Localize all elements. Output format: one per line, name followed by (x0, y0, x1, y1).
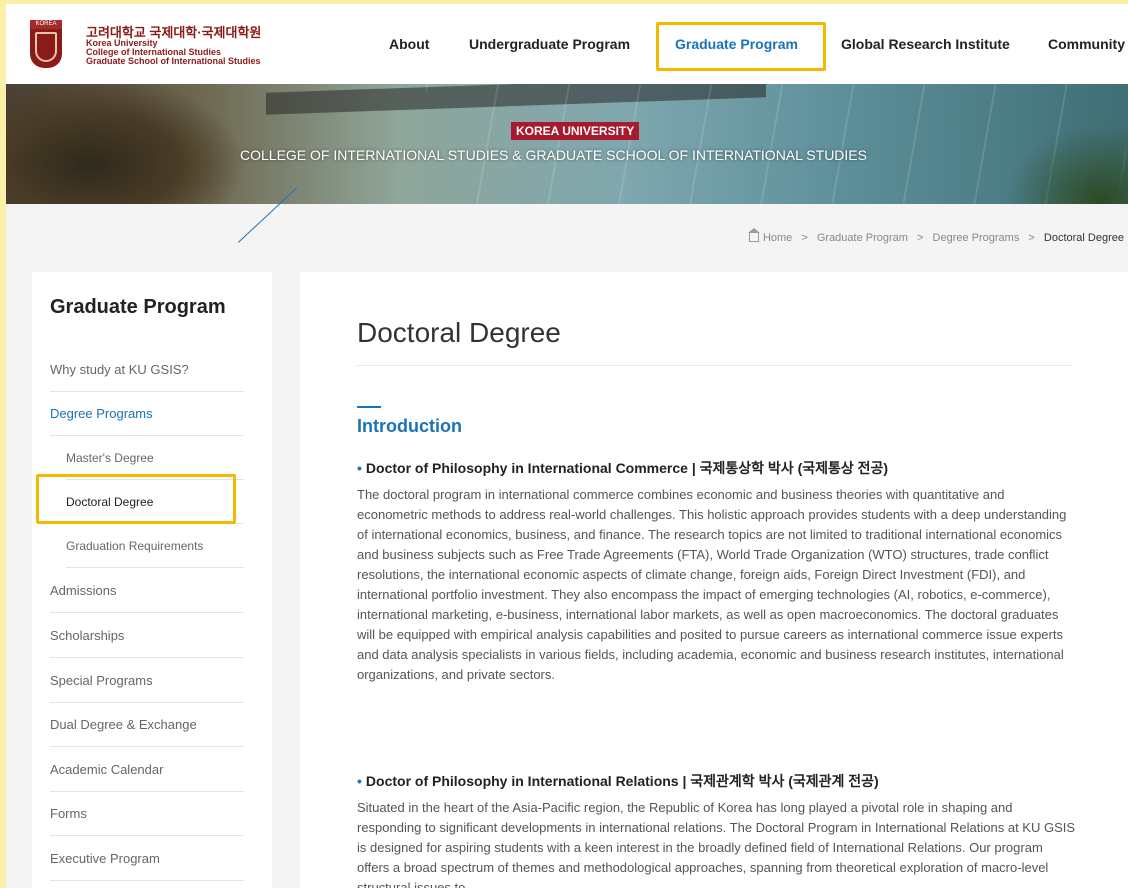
bullet-icon: • (357, 773, 362, 789)
nav-about[interactable]: About (389, 36, 429, 52)
bullet-icon: • (357, 460, 362, 476)
breadcrumb-separator: > (917, 232, 924, 244)
home-icon (747, 228, 760, 242)
title-divider (357, 365, 1072, 366)
sidebar-highlight-box (36, 474, 236, 524)
breadcrumb-current: Doctoral Degree (1043, 232, 1124, 244)
logo-line-3: Graduate School of International Studies (86, 56, 261, 66)
breadcrumb-separator: > (801, 232, 808, 244)
nav-highlight-box (656, 22, 826, 71)
sidebar-item-graduation-requirements[interactable]: Graduation Requirements (66, 524, 244, 568)
breadcrumb-graduate-program[interactable]: Graduate Program (817, 232, 908, 244)
breadcrumb-home[interactable]: Home (763, 232, 792, 244)
breadcrumb-separator: > (1028, 232, 1035, 244)
sidebar-item-why-study[interactable]: Why study at KU GSIS? (50, 348, 244, 392)
section-body-international-relations: Situated in the heart of the Asia-Pacifi… (357, 800, 1076, 888)
university-emblem-icon: KOREA (30, 20, 62, 68)
sidebar-item-degree-programs[interactable]: Degree Programs (50, 392, 244, 436)
intro-accent-dash (357, 406, 381, 408)
sidebar-title: Graduate Program (50, 296, 226, 318)
sidebar-item-executive-program[interactable]: Executive Program (50, 837, 244, 881)
banner-university-label: KOREA UNIVERSITY (511, 122, 640, 140)
section-heading-text: Doctor of Philosophy in International Co… (365, 460, 889, 476)
banner-tree-left (6, 84, 246, 204)
site-logo[interactable]: KOREA 고려대학교 국제대학·국제대학원 Korea University … (30, 20, 330, 72)
section-heading-international-commerce: • Doctor of Philosophy in International C… (357, 458, 888, 478)
main-content: Doctoral Degree Introduction • Doctor of … (300, 272, 1128, 888)
site-header: KOREA 고려대학교 국제대학·국제대학원 Korea University … (6, 4, 1128, 84)
page-title: Doctoral Degree (357, 317, 561, 348)
hero-banner: KOREA UNIVERSITY COLLEGE OF INTERNATIONA… (6, 84, 1128, 204)
nav-community[interactable]: Community (1048, 36, 1125, 52)
emblem-label: KOREA (30, 20, 62, 29)
nav-undergraduate-program[interactable]: Undergraduate Program (469, 36, 630, 52)
crest-shape (35, 32, 57, 62)
sidebar-item-forms[interactable]: Forms (50, 792, 244, 836)
sidebar-item-special-programs[interactable]: Special Programs (50, 659, 244, 703)
section-heading-text: Doctor of Philosophy in International Re… (365, 773, 879, 789)
breadcrumb: Home > Graduate Program > Degree Program… (747, 228, 1124, 244)
nav-global-research-institute[interactable]: Global Research Institute (841, 36, 1010, 52)
sidebar: Graduate Program Why study at KU GSIS? D… (32, 272, 272, 888)
sidebar-item-academic-calendar[interactable]: Academic Calendar (50, 748, 244, 792)
section-heading-international-relations: • Doctor of Philosophy in International R… (357, 771, 879, 791)
sidebar-item-dual-degree[interactable]: Dual Degree & Exchange (50, 703, 244, 747)
banner-tree-right (1006, 124, 1128, 204)
sidebar-item-admissions[interactable]: Admissions (50, 569, 244, 613)
sidebar-item-scholarships[interactable]: Scholarships (50, 614, 244, 658)
section-body-international-commerce: The doctoral program in international co… (357, 487, 1067, 682)
section-introduction-heading: Introduction (357, 416, 462, 436)
banner-college-title: COLLEGE OF INTERNATIONAL STUDIES & GRADU… (240, 147, 867, 163)
browser-viewport: KOREA 고려대학교 국제대학·국제대학원 Korea University … (6, 4, 1128, 888)
breadcrumb-degree-programs[interactable]: Degree Programs (933, 232, 1020, 244)
